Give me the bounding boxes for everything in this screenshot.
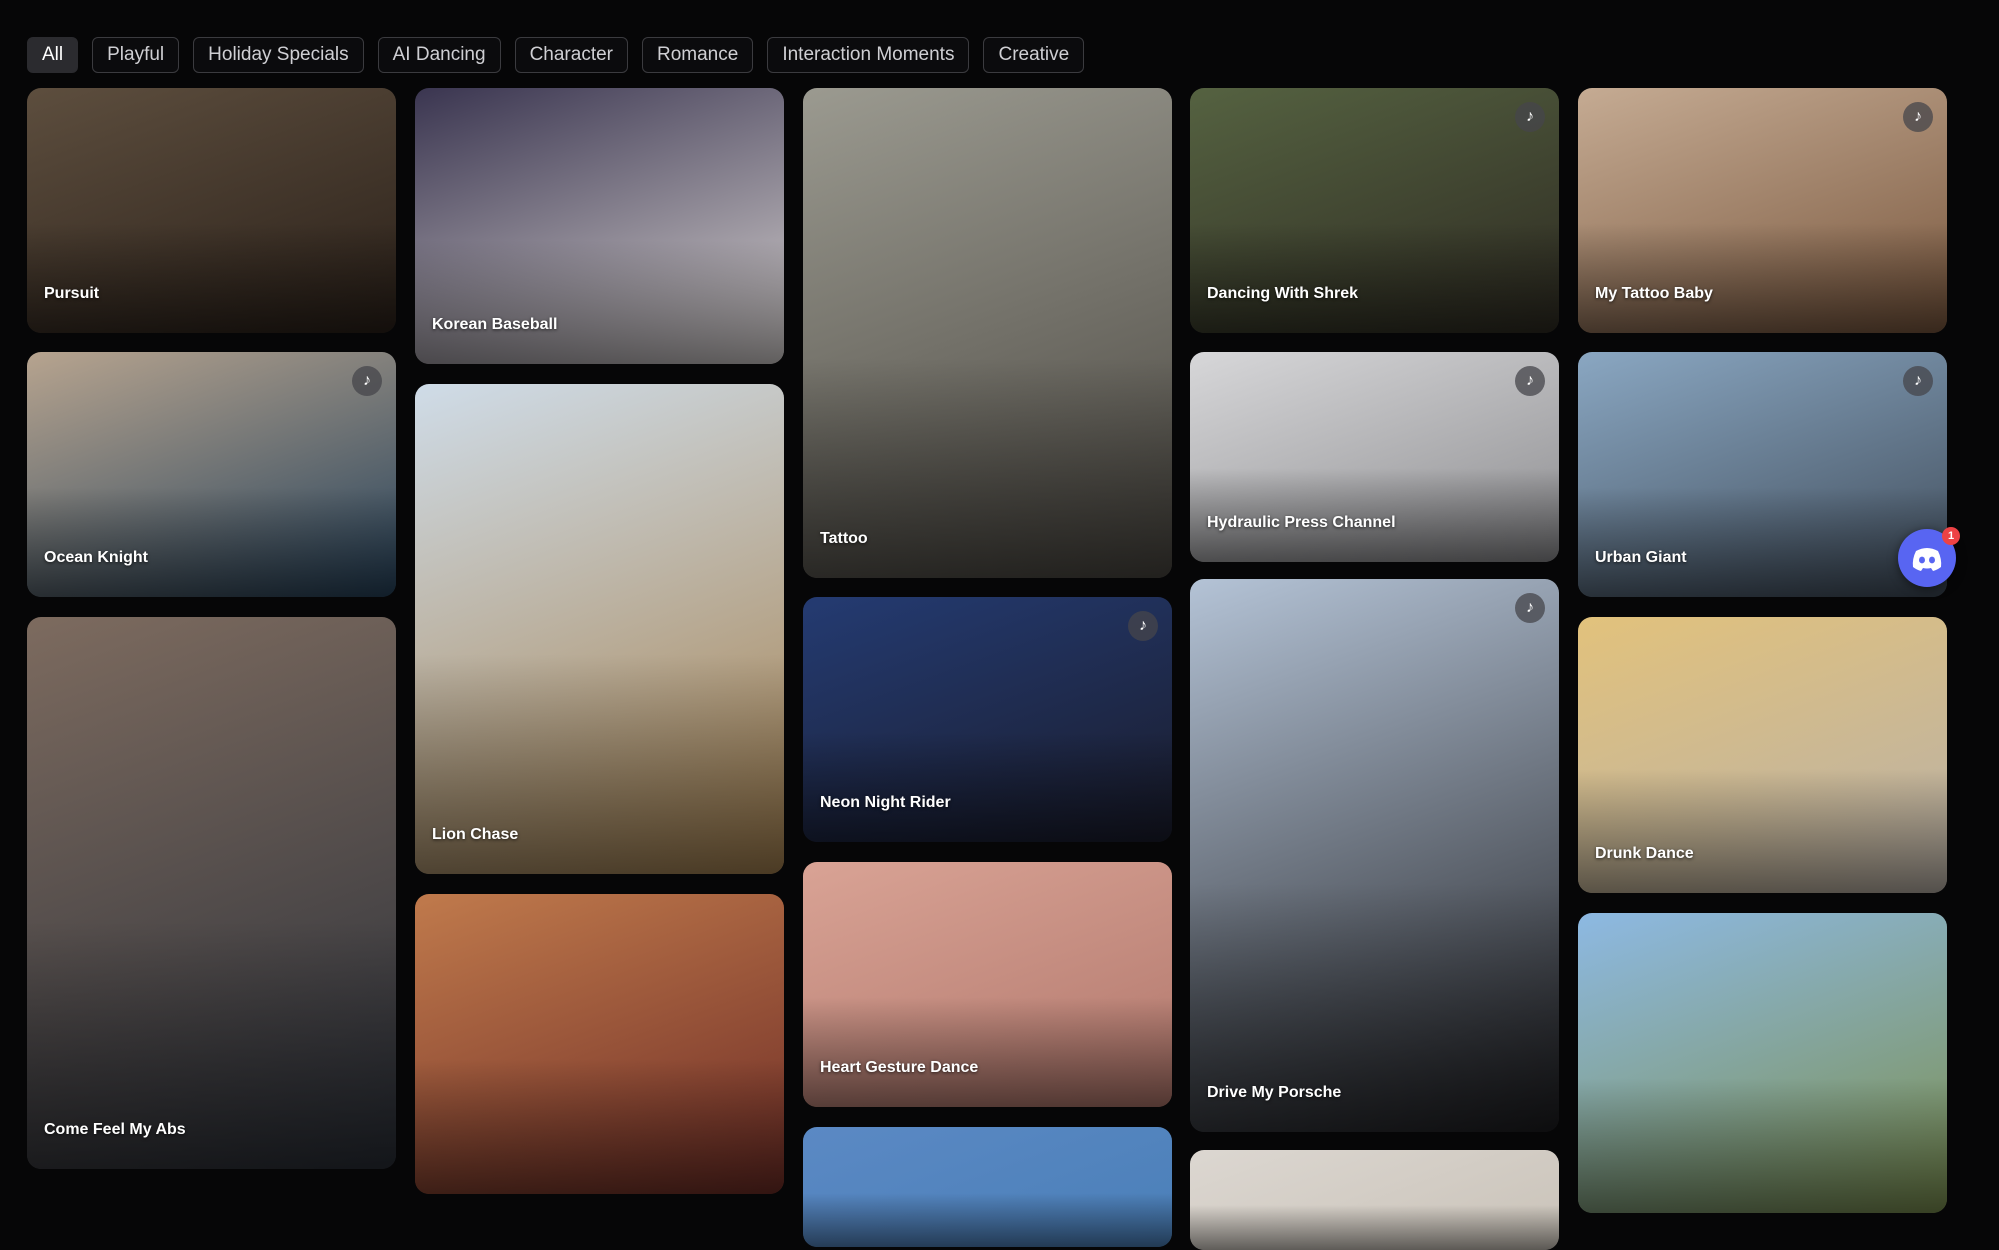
template-card[interactable]: Heart Gesture Dance	[803, 862, 1172, 1107]
template-card[interactable]: Come Feel My Abs	[27, 617, 396, 1169]
card-title: Lion Chase	[432, 826, 519, 843]
filter-interaction-moments[interactable]: Interaction Moments	[767, 37, 970, 73]
music-note-icon[interactable]: ♪	[1515, 366, 1545, 396]
card-title: Neon Night Rider	[820, 794, 951, 811]
card-title: Hydraulic Press Channel	[1207, 514, 1396, 531]
music-note-icon[interactable]: ♪	[1903, 366, 1933, 396]
card-title: Urban Giant	[1595, 549, 1687, 566]
template-card[interactable]: ♪ Hydraulic Press Channel	[1190, 352, 1559, 562]
filter-all[interactable]: All	[27, 37, 79, 73]
music-note-icon[interactable]: ♪	[1515, 593, 1545, 623]
template-card[interactable]	[803, 1127, 1172, 1247]
template-card[interactable]: ♪ My Tattoo Baby	[1578, 88, 1947, 333]
template-card[interactable]: Tattoo	[803, 88, 1172, 578]
music-note-icon[interactable]: ♪	[1128, 611, 1158, 641]
card-title: Pursuit	[44, 285, 100, 302]
template-card[interactable]: Drunk Dance	[1578, 617, 1947, 893]
template-card[interactable]: ♪ Urban Giant	[1578, 352, 1947, 597]
music-note-icon[interactable]: ♪	[1903, 102, 1933, 132]
template-card[interactable]: ♪ Ocean Knight	[27, 352, 396, 597]
template-card[interactable]: Pursuit	[27, 88, 396, 333]
filter-romance[interactable]: Romance	[642, 37, 754, 73]
filter-creative[interactable]: Creative	[983, 37, 1085, 73]
filter-playful[interactable]: Playful	[92, 37, 180, 73]
gallery-column-3: Tattoo ♪ Neon Night Rider Heart Gesture …	[803, 88, 1172, 1247]
gallery-column-1: Pursuit ♪ Ocean Knight Come Feel My Abs	[27, 88, 396, 1182]
card-title: Dancing With Shrek	[1207, 285, 1358, 302]
card-title: Ocean Knight	[44, 549, 149, 566]
template-card[interactable]: ♪ Neon Night Rider	[803, 597, 1172, 842]
gallery-column-5: ♪ My Tattoo Baby ♪ Urban Giant Drunk Dan…	[1578, 88, 1947, 1213]
template-card[interactable]: Korean Baseball	[415, 88, 784, 364]
card-title: Drive My Porsche	[1207, 1084, 1342, 1101]
template-card[interactable]	[415, 894, 784, 1194]
filter-character[interactable]: Character	[514, 37, 628, 73]
gallery-column-2: Korean Baseball Lion Chase	[415, 88, 784, 1194]
template-card[interactable]: ♪ Dancing With Shrek	[1190, 88, 1559, 333]
music-note-icon[interactable]: ♪	[352, 366, 382, 396]
card-title: My Tattoo Baby	[1595, 285, 1713, 302]
discord-button[interactable]: 1	[1898, 527, 1960, 587]
card-title: Drunk Dance	[1595, 845, 1694, 862]
template-card[interactable]: ♪ Drive My Porsche	[1190, 579, 1559, 1132]
template-card[interactable]	[1578, 913, 1947, 1213]
gallery-column-4: ♪ Dancing With Shrek ♪ Hydraulic Press C…	[1190, 88, 1559, 1250]
template-card[interactable]	[1190, 1150, 1559, 1250]
music-note-icon[interactable]: ♪	[1515, 102, 1545, 132]
card-title: Tattoo	[820, 530, 868, 547]
filter-ai-dancing[interactable]: AI Dancing	[377, 37, 501, 73]
template-card[interactable]: Lion Chase	[415, 384, 784, 874]
card-title: Heart Gesture Dance	[820, 1059, 979, 1076]
card-title: Come Feel My Abs	[44, 1121, 186, 1138]
category-filter-bar: All Playful Holiday Specials AI Dancing …	[27, 37, 1085, 73]
card-title: Korean Baseball	[432, 316, 558, 333]
notification-badge: 1	[1942, 527, 1960, 545]
filter-holiday-specials[interactable]: Holiday Specials	[193, 37, 364, 73]
